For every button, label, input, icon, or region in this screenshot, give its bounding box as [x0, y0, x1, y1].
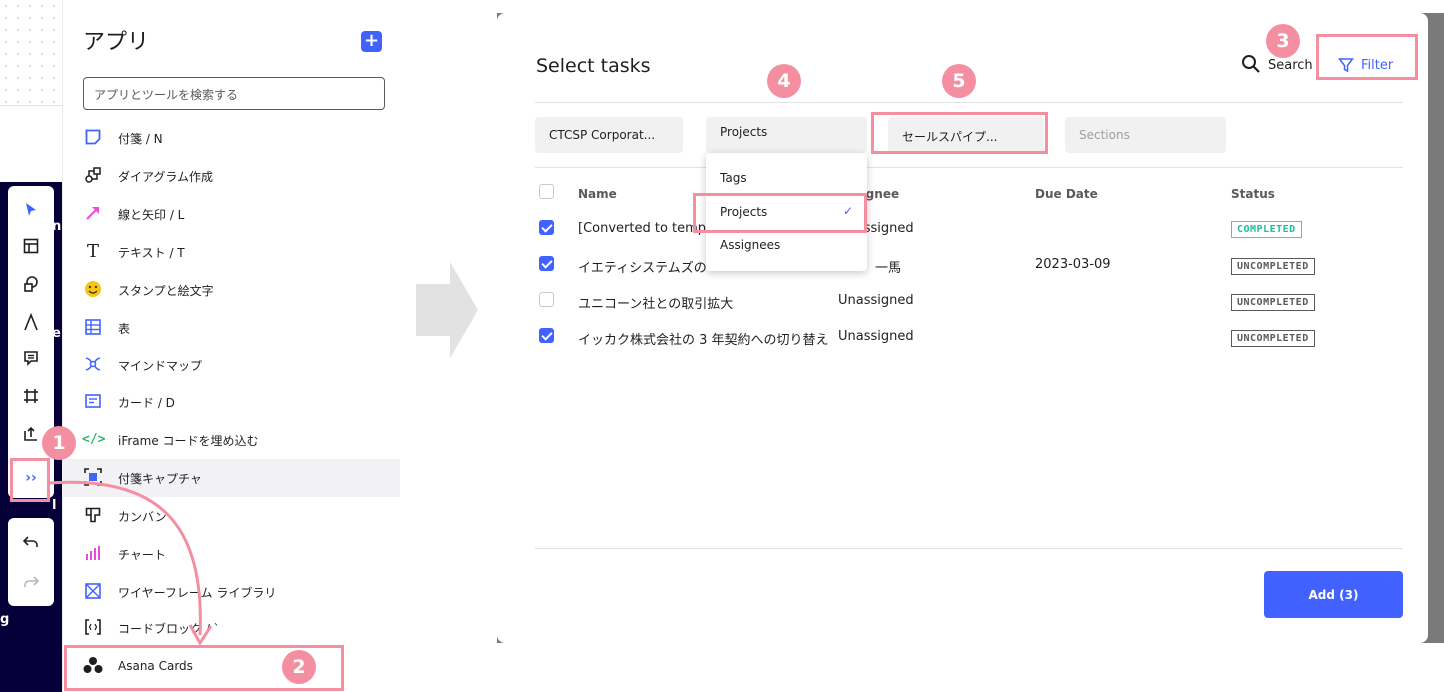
column-header-name: Name: [578, 187, 617, 201]
app-item-label: マインドマップ: [118, 358, 203, 373]
task-name: イッカク株式会社の 3 年契約への切り替え: [578, 333, 829, 348]
board-grid: [0, 0, 62, 105]
board-fragment-g: g: [0, 612, 10, 627]
modal-divider: [535, 102, 1403, 103]
app-item-stamps[interactable]: スタンプと絵文字: [62, 271, 400, 309]
select-tool-icon[interactable]: [8, 194, 54, 226]
step-badge-3: 3: [1266, 24, 1300, 58]
board-divider: [0, 105, 62, 106]
highlight-box-projects-option: [693, 193, 867, 233]
status-badge: UNCOMPLETED: [1231, 294, 1315, 311]
mindmap-icon: [82, 356, 104, 375]
column-header-status: Status: [1231, 187, 1275, 201]
emoji-icon: [82, 280, 104, 301]
step-badge-1: 1: [42, 426, 76, 460]
app-item-sticky-note[interactable]: 付箋 / N: [62, 119, 400, 157]
task-name: ユニコーン社との取引拡大: [578, 297, 734, 312]
app-item-table[interactable]: 表: [62, 309, 400, 347]
status-badge: UNCOMPLETED: [1231, 258, 1315, 275]
flow-arrow-icon: [416, 262, 478, 358]
dropdown-option-tags[interactable]: Tags: [720, 171, 747, 185]
task-assignee: Unassigned: [838, 329, 914, 344]
diagram-icon: [82, 166, 104, 187]
footer-divider: [535, 548, 1403, 549]
shapes-tool-icon[interactable]: [8, 268, 54, 300]
search-icon[interactable]: [1240, 53, 1262, 75]
text-icon: T: [86, 241, 99, 262]
dropdown-option-assignees[interactable]: Assignees: [720, 238, 780, 252]
status-badge: UNCOMPLETED: [1231, 330, 1315, 347]
task-name: イエティシステムズの: [578, 261, 707, 276]
sticky-note-icon: [82, 129, 104, 148]
task-due-date: 2023-03-09: [1035, 257, 1111, 272]
workspace-select[interactable]: CTCSP Corporat...: [535, 117, 683, 153]
row-checkbox[interactable]: [539, 328, 554, 343]
task-assignee: 一馬: [875, 261, 902, 276]
highlight-box-project-select: [871, 112, 1048, 154]
filter-type-select[interactable]: Projects: [706, 117, 867, 153]
card-icon: [82, 393, 104, 411]
app-search-input[interactable]: アプリとツールを検索する: [83, 77, 385, 110]
app-item-card[interactable]: カード / D: [62, 383, 400, 421]
column-header-due-date: Due Date: [1035, 187, 1098, 201]
app-item-label: ダイアグラム作成: [118, 169, 214, 184]
table-icon: [82, 318, 104, 338]
app-item-diagram[interactable]: ダイアグラム作成: [62, 157, 400, 195]
app-item-label: 表: [118, 321, 131, 336]
step-badge-2: 2: [282, 650, 316, 684]
search-label[interactable]: Search: [1268, 58, 1313, 73]
frame-tool-icon[interactable]: [8, 380, 54, 412]
status-badge: COMPLETED: [1231, 221, 1302, 238]
app-item-label: スタンプと絵文字: [118, 283, 214, 298]
row-checkbox[interactable]: [539, 256, 554, 271]
add-app-button[interactable]: +: [361, 31, 382, 52]
task-assignee: Unassigned: [838, 293, 914, 308]
add-tasks-button[interactable]: Add (3): [1264, 571, 1403, 618]
template-tool-icon[interactable]: [8, 230, 54, 262]
app-item-text[interactable]: T テキスト / T: [62, 233, 400, 271]
row-checkbox[interactable]: [539, 292, 554, 307]
app-item-label: 線と矢印 / L: [118, 207, 185, 222]
pen-tool-icon[interactable]: [8, 306, 54, 338]
annotation-arrow-icon: [47, 480, 213, 646]
highlight-box-filter: [1316, 34, 1418, 80]
arrow-icon: [82, 205, 104, 224]
app-item-label: 付箋 / N: [118, 131, 163, 146]
sections-select[interactable]: Sections: [1065, 117, 1226, 153]
app-item-label: テキスト / T: [118, 245, 185, 260]
select-all-checkbox[interactable]: [539, 184, 554, 199]
step-badge-5: 5: [942, 64, 976, 98]
row-checkbox[interactable]: [539, 220, 554, 235]
app-item-label: カード / D: [118, 395, 175, 410]
panel-title: アプリ: [83, 30, 150, 55]
step-badge-4: 4: [767, 64, 801, 98]
modal-title: Select tasks: [536, 55, 651, 77]
table-top-divider: [535, 167, 1403, 168]
comment-tool-icon[interactable]: [8, 342, 54, 374]
app-item-mindmap[interactable]: マインドマップ: [62, 346, 400, 384]
app-item-line-arrow[interactable]: 線と矢印 / L: [62, 195, 400, 233]
